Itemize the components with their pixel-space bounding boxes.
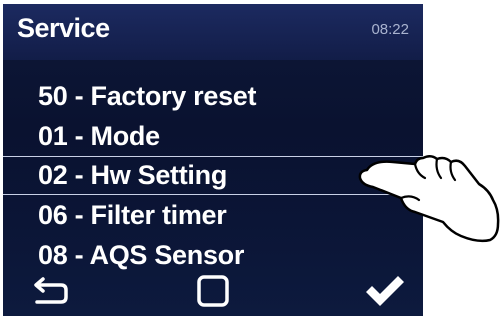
back-button[interactable] — [20, 266, 80, 316]
header-bar: Service 08:22 — [3, 4, 423, 60]
menu-item-label: 06 - Filter timer — [38, 200, 227, 230]
back-arrow-icon — [34, 277, 68, 304]
pointing-hand-icon — [358, 155, 500, 243]
home-button[interactable] — [183, 266, 243, 316]
menu-item-label: 01 - Mode — [38, 121, 160, 151]
checkmark-icon — [366, 276, 404, 306]
menu-item-factory-reset[interactable]: 50 - Factory reset — [3, 76, 423, 116]
clock: 08:22 — [371, 21, 409, 38]
page-title: Service — [17, 13, 110, 43]
bottom-nav — [3, 266, 423, 316]
menu-item-label: 50 - Factory reset — [38, 81, 257, 111]
menu-item-label: 02 - Hw Setting — [38, 160, 228, 190]
confirm-button[interactable] — [355, 266, 415, 316]
square-icon — [197, 275, 229, 307]
